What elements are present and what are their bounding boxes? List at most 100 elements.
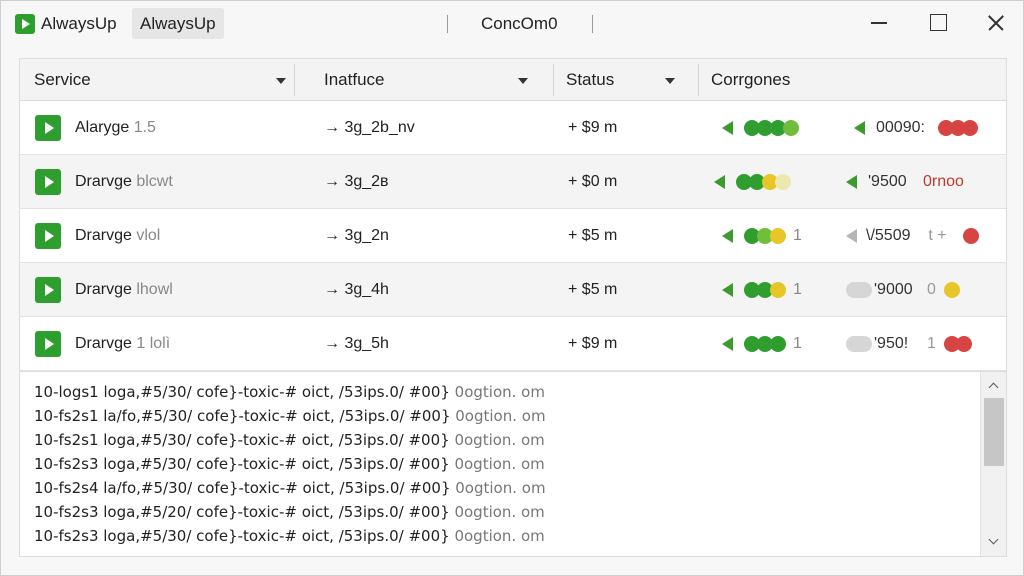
chevron-down-icon[interactable] bbox=[989, 537, 999, 547]
play-icon[interactable] bbox=[35, 115, 61, 141]
log-line: 10-fs2s4 la/fo,#5/30/ cofe}-toxic-# oict… bbox=[34, 479, 546, 497]
interface-value: → 3g_2b_nv bbox=[324, 119, 415, 136]
service-name: Drarvge lhowl bbox=[75, 263, 173, 317]
play-icon[interactable] bbox=[35, 169, 61, 195]
table-row[interactable]: Drarvge blcwt → 3g_2в + $0 m '9500 0rnoo bbox=[20, 155, 1006, 209]
status-dot bbox=[783, 120, 799, 136]
placeholder-blob bbox=[846, 282, 872, 298]
connection-note: 0rnoo bbox=[923, 173, 964, 190]
column-divider[interactable] bbox=[294, 64, 295, 96]
app-name: AlwaysUp bbox=[41, 14, 117, 33]
log-line: 10-fs2s1 la/fo,#5/30/ cofe}-toxic-# oict… bbox=[34, 407, 546, 425]
table-row[interactable]: Drarvge vlol → 3g_2n + $5 m 1 \/5509 t + bbox=[20, 209, 1006, 263]
chevron-down-icon[interactable] bbox=[276, 78, 286, 84]
title-separator bbox=[592, 15, 593, 33]
status-dot bbox=[944, 282, 960, 298]
title-center-text: ConcOm0 bbox=[481, 14, 558, 33]
log-line-tail: 0ogtion. om bbox=[449, 455, 545, 473]
service-name-main: Drarvge bbox=[75, 173, 132, 190]
connection-count: 00090: bbox=[876, 119, 925, 136]
table-row[interactable]: Drarvge 1 lolì → 3g_5h + $9 m 1 '950! 1 bbox=[20, 317, 1006, 371]
chevron-up-icon[interactable] bbox=[989, 381, 999, 391]
status-dot bbox=[962, 120, 979, 136]
dots-suffix: 1 bbox=[793, 281, 802, 298]
table-header: Service Inatfuce Status Corrgones bbox=[20, 59, 1006, 101]
chevron-down-icon[interactable] bbox=[665, 78, 675, 84]
status-dot bbox=[770, 282, 786, 298]
dots-suffix: 1 bbox=[793, 335, 802, 352]
service-name: Drarvge 1 lolì bbox=[75, 317, 170, 371]
log-line-text: 10-logs1 loga,#5/30/ cofe}-toxic-# oict,… bbox=[34, 383, 450, 401]
interface-value: → 3g_2в bbox=[324, 173, 389, 190]
log-line: 10-fs2s3 loga,#5/30/ cofe}-toxic-# oict,… bbox=[34, 455, 545, 473]
placeholder-blob bbox=[846, 336, 872, 352]
log-line-text: 10-fs2s3 loga,#5/20/ cofe}-toxic-# oict,… bbox=[34, 503, 450, 521]
service-name-main: Drarvge bbox=[75, 281, 132, 298]
status-value: + $0 m bbox=[568, 173, 618, 190]
connection-count: \/5509 bbox=[866, 227, 911, 244]
dots-suffix: 1 bbox=[793, 227, 802, 244]
triangle-left-icon bbox=[854, 121, 865, 135]
interface-value: → 3g_4h bbox=[324, 281, 389, 298]
status-dot bbox=[775, 174, 791, 190]
chevron-down-icon[interactable] bbox=[518, 78, 528, 84]
connection-extra: t + bbox=[928, 227, 947, 244]
table-row[interactable]: Drarvge lhowl → 3g_4h + $5 m 1 '9000 0 bbox=[20, 263, 1006, 317]
log-line-text: 10-fs2s1 la/fo,#5/30/ cofe}-toxic-# oict… bbox=[34, 407, 451, 425]
app-window: AlwaysUp AlwaysUp ConcOm0 Service Inatfu… bbox=[0, 0, 1024, 576]
scroll-thumb[interactable] bbox=[984, 398, 1004, 466]
status-dot bbox=[770, 228, 786, 244]
app-tab[interactable]: AlwaysUp bbox=[132, 8, 224, 39]
status-dot bbox=[963, 228, 980, 244]
title-bar: AlwaysUp AlwaysUp ConcOm0 bbox=[1, 1, 1023, 47]
play-icon[interactable] bbox=[35, 223, 61, 249]
service-name: Drarvge vlol bbox=[75, 209, 160, 263]
log-scrollbar[interactable] bbox=[980, 372, 1006, 556]
service-name-sub: 1.5 bbox=[129, 119, 156, 136]
log-line-tail: 0ogtion. om bbox=[449, 503, 545, 521]
service-name-main: Drarvge bbox=[75, 335, 132, 352]
column-header-interface[interactable]: Inatfuce bbox=[324, 59, 385, 101]
column-divider[interactable] bbox=[698, 64, 699, 96]
log-line: 10-logs1 loga,#5/30/ cofe}-toxic-# oict,… bbox=[34, 383, 545, 401]
column-header-connections[interactable]: Corrgones bbox=[711, 59, 790, 101]
connection-extra: 1 bbox=[927, 335, 936, 352]
log-line-tail: 0ogtion. om bbox=[449, 383, 545, 401]
status-value: + $5 m bbox=[568, 227, 618, 244]
log-line-text: 10-fs2s1 loga,#5/30/ cofe}-toxic-# oict,… bbox=[34, 431, 450, 449]
triangle-left-icon bbox=[722, 121, 733, 135]
log-line-text: 10-fs2s3 loga,#5/30/ cofe}-toxic-# oict,… bbox=[34, 455, 450, 473]
close-icon[interactable] bbox=[965, 1, 1023, 45]
status-value: + $9 m bbox=[568, 335, 618, 352]
service-name-main: Alaryge bbox=[75, 119, 130, 136]
service-name-sub: 1 lolì bbox=[131, 335, 171, 352]
service-name: Alaryge 1.5 bbox=[75, 101, 156, 155]
connection-count: '950! bbox=[874, 335, 909, 352]
log-panel: 10-logs1 loga,#5/30/ cofe}-toxic-# oict,… bbox=[19, 372, 1007, 557]
play-icon[interactable] bbox=[35, 331, 61, 357]
status-value: + $5 m bbox=[568, 281, 618, 298]
service-name-sub: blcwt bbox=[131, 173, 173, 190]
service-name: Drarvge blcwt bbox=[75, 155, 173, 209]
service-name-sub: vlol bbox=[131, 227, 161, 244]
status-dot bbox=[770, 336, 786, 352]
minimize-icon[interactable] bbox=[849, 1, 907, 45]
log-line-tail: 0ogtion. om bbox=[449, 527, 545, 545]
column-header-status[interactable]: Status bbox=[566, 59, 614, 101]
connection-count: '9000 bbox=[874, 281, 913, 298]
column-header-service[interactable]: Service bbox=[34, 59, 91, 101]
log-line: 10-fs2s1 loga,#5/30/ cofe}-toxic-# oict,… bbox=[34, 431, 545, 449]
status-value: + $9 m bbox=[568, 119, 618, 136]
triangle-left-icon bbox=[722, 229, 733, 243]
triangle-left-icon bbox=[722, 337, 733, 351]
triangle-left-icon bbox=[714, 175, 725, 189]
log-line-tail: 0ogtion. om bbox=[449, 431, 545, 449]
maximize-icon[interactable] bbox=[907, 1, 965, 45]
play-icon[interactable] bbox=[35, 277, 61, 303]
log-line: 10-fs2s3 loga,#5/20/ cofe}-toxic-# oict,… bbox=[34, 503, 545, 521]
connection-extra: 0 bbox=[927, 281, 936, 298]
status-dot bbox=[956, 336, 972, 352]
play-icon bbox=[15, 14, 35, 34]
column-divider[interactable] bbox=[553, 64, 554, 96]
table-row[interactable]: Alaryge 1.5 → 3g_2b_nv + $9 m 00090: bbox=[20, 101, 1006, 155]
